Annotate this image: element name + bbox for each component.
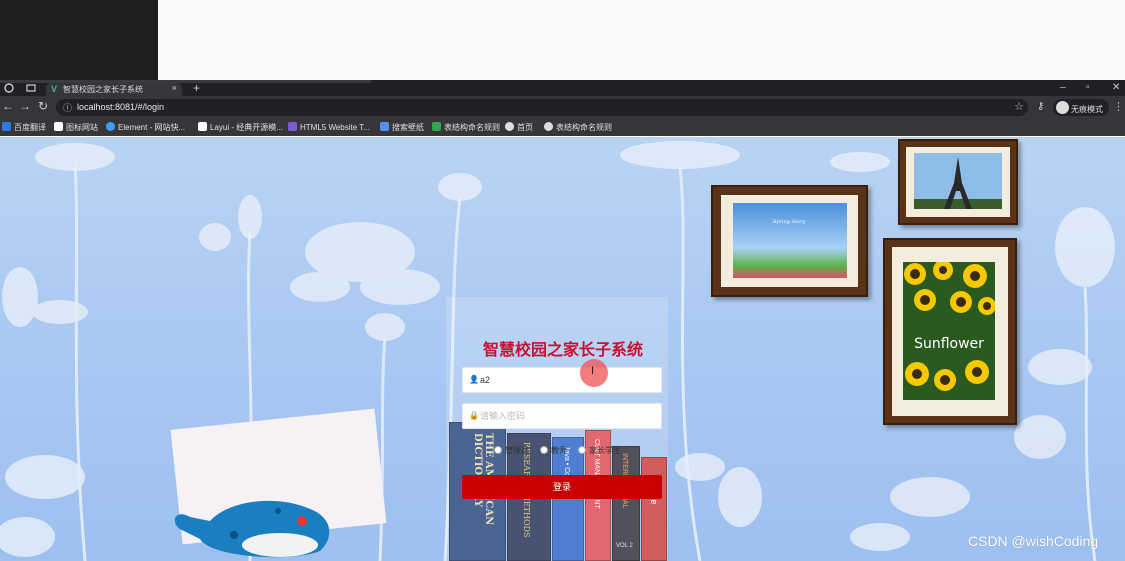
restore-icon[interactable]: ▫: [1086, 80, 1090, 96]
wallpaper-favicon-icon: [380, 122, 389, 131]
picture-frame-eiffel: [898, 139, 1018, 225]
layui-favicon-icon: [198, 122, 207, 131]
login-button[interactable]: 登录: [462, 475, 662, 499]
minimize-icon[interactable]: –: [1060, 80, 1066, 96]
sunflower-caption: Sunflower: [914, 336, 984, 352]
bookmark-item[interactable]: 表结构命名规则: [432, 122, 500, 133]
role-radio-teacher[interactable]: 教师: [540, 445, 567, 456]
globe-icon: [505, 122, 514, 131]
sunflower-art: [904, 262, 995, 391]
bookmark-item[interactable]: 表结构命名规则: [544, 122, 612, 133]
whale-toy-illustration: [174, 500, 330, 558]
desktop-white-area: [158, 0, 1125, 86]
bookmark-label: 表结构命名规则: [556, 123, 612, 132]
password-field[interactable]: 🔒: [462, 403, 662, 429]
text-cursor-icon: I: [591, 365, 595, 377]
html5-favicon-icon: [288, 122, 297, 131]
new-tab-icon[interactable]: +: [193, 80, 200, 96]
role-label: 家长学生: [589, 446, 621, 455]
spring-photo-caption: Spring Story: [773, 219, 806, 225]
bookmark-item[interactable]: Element - 网站快...: [106, 122, 185, 133]
screen: V 智慧校园之家长子系统 × + – ▫ ✕ ← → ↻ ⓘ localhost…: [0, 0, 1125, 561]
csdn-watermark: CSDN @wishCoding: [968, 533, 1099, 549]
picture-frame-spring: Spring Story: [711, 185, 868, 297]
bookmark-label: 表结构命名规则: [444, 123, 500, 132]
incognito-badge[interactable]: 无痕模式: [1053, 99, 1109, 116]
desktop-dark-area: [0, 0, 158, 86]
picture-frame-sunflower: Sunflower: [883, 238, 1017, 425]
vue-favicon-icon: V: [51, 84, 58, 94]
bookmark-item[interactable]: 图标网站: [54, 122, 98, 133]
bookmark-item[interactable]: Layui - 经典开源模...: [198, 122, 283, 133]
bookmark-label: HTML5 Website T...: [300, 123, 370, 132]
username-field[interactable]: 👤: [462, 367, 662, 393]
user-icon: 👤: [469, 375, 479, 384]
radio-circle-icon[interactable]: [540, 446, 548, 454]
lock-icon: 🔒: [469, 411, 479, 420]
flag-icon: [54, 122, 63, 131]
browser-tab-bar: V 智慧校园之家长子系统 ×: [0, 80, 1125, 96]
bookmark-label: 百度翻译: [14, 123, 46, 132]
bookmark-star-icon[interactable]: ☆: [1014, 100, 1024, 113]
radio-circle-icon[interactable]: [578, 446, 586, 454]
active-tab[interactable]: V 智慧校园之家长子系统 ×: [46, 83, 182, 96]
site-info-icon[interactable]: ⓘ: [63, 101, 72, 114]
radio-circle-icon[interactable]: [494, 446, 502, 454]
tab-title: 智慧校园之家长子系统: [63, 85, 143, 94]
element-favicon-icon: [106, 122, 115, 131]
sunflower-photo: Sunflower: [903, 262, 995, 400]
url-field[interactable]: ⓘ localhost:8081/#/login ☆: [56, 99, 1028, 116]
role-radio-admin[interactable]: 管理员: [494, 445, 529, 456]
bookmark-item[interactable]: 搜索壁纸: [380, 122, 424, 133]
tab-close-icon[interactable]: ×: [172, 83, 177, 93]
bookmark-label: 图标网站: [66, 123, 98, 132]
table-favicon-icon: [432, 122, 441, 131]
system-title: 智慧校园之家长子系统: [482, 340, 643, 359]
reload-icon[interactable]: ↻: [38, 99, 48, 113]
eiffel-tower-photo: [914, 153, 1002, 209]
bookmark-label: 首页: [517, 123, 533, 132]
browser-menu-icon[interactable]: [4, 83, 14, 93]
role-label: 管理员: [505, 446, 529, 455]
role-radio-parent[interactable]: 家长学生: [578, 445, 621, 456]
username-input[interactable]: [480, 368, 658, 392]
bookmark-item[interactable]: 首页: [505, 122, 533, 133]
spring-photo: Spring Story: [733, 203, 847, 278]
bookmark-item[interactable]: HTML5 Website T...: [288, 122, 370, 132]
back-icon[interactable]: ←: [2, 99, 14, 113]
bookmarks-bar: 百度翻译 图标网站 Element - 网站快... Layui - 经典开源模…: [0, 119, 1125, 136]
close-window-icon[interactable]: ✕: [1112, 80, 1120, 96]
key-icon[interactable]: ⚷: [1037, 101, 1044, 112]
globe-icon: [544, 122, 553, 131]
bookmark-label: Element - 网站快...: [118, 123, 186, 132]
bookmark-favicon-icon: [2, 122, 11, 131]
password-input[interactable]: [480, 404, 658, 428]
tab-search-icon[interactable]: [26, 83, 36, 93]
more-menu-icon[interactable]: ⋮: [1113, 100, 1124, 113]
incognito-label: 无痕模式: [1071, 105, 1103, 114]
bookmark-item[interactable]: 百度翻译: [2, 122, 46, 133]
mouse-cursor-highlight: I: [580, 359, 608, 387]
url-text: localhost:8081/#/login: [77, 102, 165, 112]
forward-icon[interactable]: →: [19, 99, 31, 113]
role-label: 教师: [551, 446, 567, 455]
bookmark-label: Layui - 经典开源模...: [210, 123, 283, 132]
bookmark-label: 搜索壁纸: [392, 123, 424, 132]
address-bar-row: ← → ↻ ⓘ localhost:8081/#/login ☆: [0, 96, 1125, 119]
incognito-avatar-icon: [1056, 101, 1069, 114]
